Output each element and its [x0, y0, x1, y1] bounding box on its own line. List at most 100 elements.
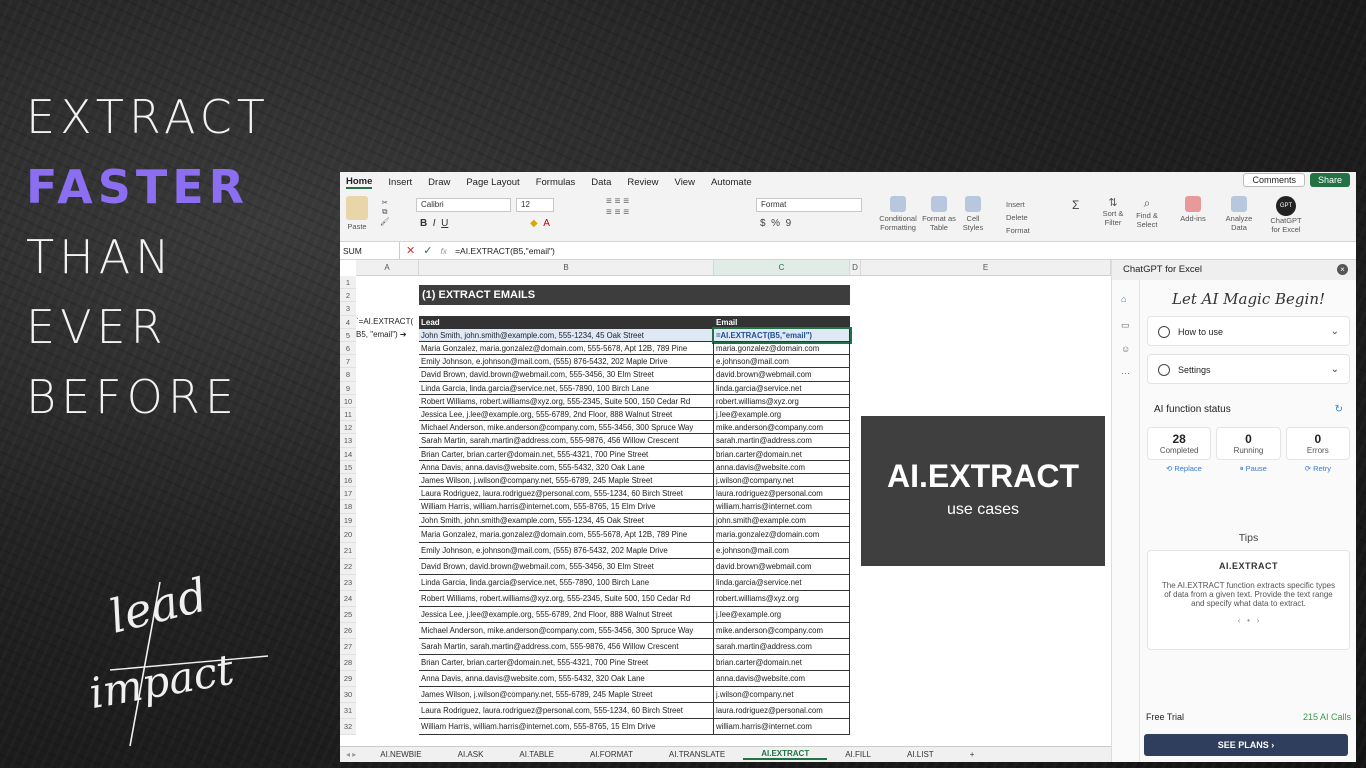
lead-cell[interactable]: Linda Garcia, linda.garcia@service.net, …: [419, 381, 714, 395]
function-icon[interactable]: fx: [440, 246, 447, 256]
row-header[interactable]: 7: [340, 355, 356, 369]
menu-insert[interactable]: Insert: [388, 177, 412, 188]
menu-page-layout[interactable]: Page Layout: [466, 177, 519, 188]
format-cells-button[interactable]: Format: [1006, 224, 1030, 237]
row-header[interactable]: 13: [340, 434, 356, 448]
lead-cell[interactable]: James Wilson, j.wilson@company.net, 555-…: [419, 474, 714, 488]
lead-cell[interactable]: William Harris, william.harris@internet.…: [419, 718, 714, 735]
pause-button[interactable]: ⏸ Pause: [1240, 464, 1267, 474]
lead-cell[interactable]: Anna Davis, anna.davis@website.com, 555-…: [419, 670, 714, 687]
lead-cell[interactable]: Laura Rodriguez, laura.rodriguez@persona…: [419, 487, 714, 501]
tab-ai-list[interactable]: AI.LIST: [889, 750, 952, 759]
column-header-a[interactable]: A: [356, 260, 419, 276]
comments-button[interactable]: Comments: [1243, 173, 1305, 187]
menu-view[interactable]: View: [675, 177, 695, 188]
email-cell[interactable]: e.johnson@mail.com: [714, 542, 850, 559]
email-cell[interactable]: laura.rodriguez@personal.com: [714, 487, 850, 501]
analyze-data-button[interactable]: Analyze Data: [1222, 196, 1256, 232]
align-top-icon[interactable]: ≡ ≡ ≡: [606, 196, 629, 207]
email-cell[interactable]: linda.garcia@service.net: [714, 574, 850, 591]
menu-home[interactable]: Home: [346, 176, 373, 189]
row-header[interactable]: 21: [340, 542, 356, 559]
email-cell[interactable]: maria.gonzalez@domain.com: [714, 342, 850, 356]
insert-cells-button[interactable]: Insert: [1006, 198, 1030, 211]
font-name-select[interactable]: Calibri: [416, 198, 511, 212]
comma-icon[interactable]: 9: [786, 218, 792, 229]
row-header[interactable]: 10: [340, 394, 356, 408]
more-icon[interactable]: ⋯: [1121, 368, 1131, 378]
tab-ai-ask[interactable]: AI.ASK: [440, 750, 502, 759]
email-cell[interactable]: maria.gonzalez@domain.com: [714, 526, 850, 543]
conditional-formatting-button[interactable]: Conditional Formatting: [878, 196, 918, 232]
refresh-icon[interactable]: ↻: [1335, 404, 1343, 415]
tab-ai-format[interactable]: AI.FORMAT: [572, 750, 651, 759]
cell-styles-button[interactable]: Cell Styles: [958, 196, 988, 232]
autosum-icon[interactable]: Σ: [1072, 198, 1079, 212]
lead-cell[interactable]: David Brown, david.brown@webmail.com, 55…: [419, 558, 714, 575]
row-header[interactable]: 26: [340, 622, 356, 639]
lead-cell[interactable]: Linda Garcia, linda.garcia@service.net, …: [419, 574, 714, 591]
tab-scroll-arrows[interactable]: ◂ ▸: [340, 750, 362, 759]
lead-cell[interactable]: Jessica Lee, j.lee@example.org, 555-6789…: [419, 606, 714, 623]
menu-draw[interactable]: Draw: [428, 177, 450, 188]
lead-cell[interactable]: John Smith, john.smith@example.com, 555-…: [419, 513, 714, 527]
row-header[interactable]: 22: [340, 558, 356, 575]
row-header[interactable]: 6: [340, 342, 356, 356]
column-header-c[interactable]: C: [714, 260, 850, 276]
row-header[interactable]: 16: [340, 474, 356, 488]
settings-accordion[interactable]: Settings ⌄: [1147, 354, 1350, 384]
italic-icon[interactable]: I: [433, 218, 436, 229]
email-cell[interactable]: =AI.EXTRACT(B5,"email"): [712, 326, 852, 345]
menu-formulas[interactable]: Formulas: [536, 177, 576, 188]
cells-group[interactable]: Insert Delete Format: [1006, 198, 1030, 237]
email-cell[interactable]: laura.rodriguez@personal.com: [714, 702, 850, 719]
fill-font-color[interactable]: ◆ A: [530, 218, 550, 229]
chatgpt-for-excel-button[interactable]: GPT ChatGPT for Excel: [1266, 196, 1306, 234]
cell-a4[interactable]: `=AI.EXTRACT(: [356, 317, 413, 326]
see-plans-button[interactable]: SEE PLANS ›: [1144, 734, 1348, 756]
tab-ai-table[interactable]: AI.TABLE: [501, 750, 572, 759]
row-header[interactable]: 19: [340, 513, 356, 527]
row-header[interactable]: 2: [340, 289, 356, 303]
number-buttons[interactable]: $ % 9: [760, 218, 791, 229]
paste-button[interactable]: Paste: [346, 196, 368, 231]
email-cell[interactable]: sarah.martin@address.com: [714, 434, 850, 448]
cell-a5[interactable]: B5, "email") ➔: [356, 330, 407, 339]
currency-icon[interactable]: $: [760, 218, 766, 229]
lead-cell[interactable]: Emily Johnson, e.johnson@mail.com, (555)…: [419, 542, 714, 559]
align-left-icon[interactable]: ≡ ≡ ≡: [606, 207, 629, 218]
tab-ai-extract[interactable]: AI.EXTRACT: [743, 749, 828, 760]
tip-pager[interactable]: ‹ • ›: [1160, 616, 1337, 625]
row-header[interactable]: 28: [340, 654, 356, 671]
replace-button[interactable]: ⟲ Replace: [1166, 464, 1202, 474]
row-header[interactable]: 31: [340, 702, 356, 719]
row-header[interactable]: 15: [340, 460, 356, 474]
email-cell[interactable]: william.harris@internet.com: [714, 500, 850, 514]
lead-cell[interactable]: Jessica Lee, j.lee@example.org, 555-6789…: [419, 408, 714, 422]
close-icon[interactable]: ×: [1337, 264, 1348, 275]
percent-icon[interactable]: %: [771, 218, 780, 229]
enter-icon[interactable]: ✓: [423, 244, 432, 257]
lead-cell[interactable]: David Brown, david.brown@webmail.com, 55…: [419, 368, 714, 382]
email-cell[interactable]: john.smith@example.com: [714, 513, 850, 527]
column-header-b[interactable]: B: [419, 260, 714, 276]
lead-cell[interactable]: Sarah Martin, sarah.martin@address.com, …: [419, 434, 714, 448]
lead-cell[interactable]: Brian Carter, brian.carter@domain.net, 5…: [419, 447, 714, 461]
email-cell[interactable]: j.lee@example.org: [714, 606, 850, 623]
lead-cell[interactable]: Laura Rodriguez, laura.rodriguez@persona…: [419, 702, 714, 719]
lead-cell[interactable]: Robert Williams, robert.williams@xyz.org…: [419, 394, 714, 408]
row-header[interactable]: 9: [340, 381, 356, 395]
lead-cell[interactable]: Maria Gonzalez, maria.gonzalez@domain.co…: [419, 342, 714, 356]
bold-icon[interactable]: B: [420, 218, 427, 229]
email-cell[interactable]: mike.anderson@company.com: [714, 421, 850, 435]
cancel-icon[interactable]: ✕: [406, 244, 415, 257]
number-format-select[interactable]: Format: [756, 198, 862, 212]
email-cell[interactable]: anna.davis@website.com: [714, 670, 850, 687]
row-header[interactable]: 3: [340, 302, 356, 316]
email-cell[interactable]: william.harris@internet.com: [714, 718, 850, 735]
row-header[interactable]: 17: [340, 487, 356, 501]
email-cell[interactable]: mike.anderson@company.com: [714, 622, 850, 639]
email-cell[interactable]: j.wilson@company.net: [714, 686, 850, 703]
row-header[interactable]: 18: [340, 500, 356, 514]
row-header[interactable]: 24: [340, 590, 356, 607]
